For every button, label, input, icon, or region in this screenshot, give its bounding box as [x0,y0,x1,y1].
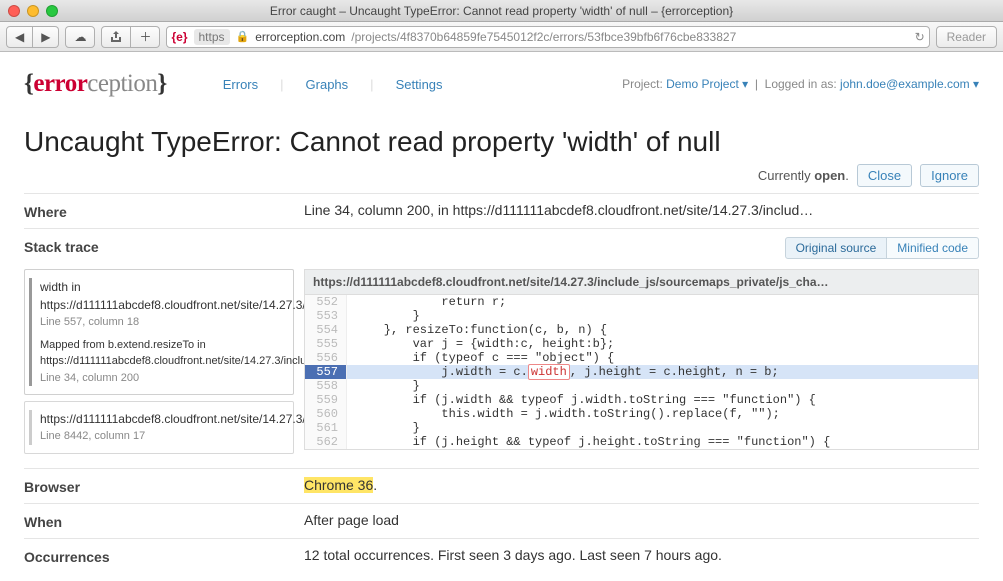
site-header: {errorception} Errors| Graphs| Settings … [0,52,1003,110]
reader-button[interactable]: Reader [936,26,997,48]
favicon-icon: {e} [171,30,187,44]
browser-row: Browser Chrome 36. [24,468,979,503]
stack-row: Stack trace Original source Minified cod… [24,228,979,468]
code-line: 559 if (j.width && typeof j.width.toStri… [305,393,978,407]
code-line: 558 } [305,379,978,393]
code-line: 554 }, resizeTo:function(c, b, n) { [305,323,978,337]
source-tabs: Original source Minified code [304,237,979,259]
project-switcher[interactable]: Demo Project ▾ [666,77,748,91]
browser-toolbar: ◀ ▶ ☁ ＋ {e} https 🔒 errorception.com/pro… [0,22,1003,52]
forward-button[interactable]: ▶ [33,26,59,48]
add-button[interactable]: ＋ [131,26,160,48]
window-zoom-button[interactable] [46,5,58,17]
stack-label: Stack trace [24,237,304,263]
window-close-button[interactable] [8,5,20,17]
content: Uncaught TypeError: Cannot read property… [0,110,1003,581]
source-code[interactable]: 552 return r;553 }554 }, resizeTo:functi… [304,294,979,450]
lock-icon: 🔒 [236,30,250,43]
code-line: 553 } [305,309,978,323]
code-line: 555 var j = {width:c, height:b}; [305,337,978,351]
main-nav: Errors| Graphs| Settings [207,77,459,92]
tab-original-source[interactable]: Original source [785,237,888,259]
where-label: Where [24,202,304,220]
nav-errors[interactable]: Errors [207,77,274,92]
stack-frame[interactable]: https://d111111abcdef8.cloudfront.net/si… [24,401,294,454]
code-line: 560 this.width = j.width.toString().repl… [305,407,978,421]
stack-frame[interactable]: width in https://d111111abcdef8.cloudfro… [24,269,294,395]
close-button[interactable]: Close [857,164,912,187]
window-title: Error caught – Uncaught TypeError: Canno… [0,4,1003,18]
tab-minified-code[interactable]: Minified code [887,237,979,259]
source-panel: https://d111111abcdef8.cloudfront.net/si… [304,269,979,460]
window-titlebar: Error caught – Uncaught TypeError: Canno… [0,0,1003,22]
when-value: After page load [304,512,979,528]
occurrences-label: Occurrences [24,547,304,565]
share-button[interactable] [101,26,131,48]
nav-settings[interactable]: Settings [380,77,459,92]
when-label: When [24,512,304,530]
icloud-button[interactable]: ☁ [65,26,95,48]
status-row: Currently open. Close Ignore [24,164,979,187]
where-value: Line 34, column 200, in https://d111111a… [304,202,979,218]
nav-graphs[interactable]: Graphs [290,77,365,92]
reload-icon[interactable]: ↻ [915,30,925,44]
url-host: errorception.com [255,30,345,44]
scheme-badge: https [194,29,230,45]
stack-frames: width in https://d111111abcdef8.cloudfro… [24,269,294,460]
browser-label: Browser [24,477,304,495]
source-path: https://d111111abcdef8.cloudfront.net/si… [304,269,979,294]
status-text: Currently open. [758,168,849,183]
user-menu[interactable]: john.doe@example.com ▾ [840,77,979,91]
address-bar[interactable]: {e} https 🔒 errorception.com/projects/4f… [166,26,929,48]
code-line: 556 if (typeof c === "object") { [305,351,978,365]
window-minimize-button[interactable] [27,5,39,17]
code-line: 561 } [305,421,978,435]
code-line: 557 j.width = c.width, j.height = c.heig… [305,365,978,379]
occurrences-row: Occurrences 12 total occurrences. First … [24,538,979,573]
logo[interactable]: {errorception} [24,70,167,98]
where-row: Where Line 34, column 200, in https://d1… [24,193,979,228]
when-row: When After page load [24,503,979,538]
header-right: Project: Demo Project ▾ | Logged in as: … [622,77,979,91]
code-line: 562 if (j.height && typeof j.height.toSt… [305,435,978,449]
url-path: /projects/4f8370b64859fe7545012f2c/error… [351,30,736,44]
back-button[interactable]: ◀ [6,26,33,48]
browser-value: Chrome 36. [304,477,979,493]
error-title: Uncaught TypeError: Cannot read property… [24,126,979,158]
ignore-button[interactable]: Ignore [920,164,979,187]
occurrences-value: 12 total occurrences. First seen 3 days … [304,547,979,563]
code-line: 552 return r; [305,295,978,309]
